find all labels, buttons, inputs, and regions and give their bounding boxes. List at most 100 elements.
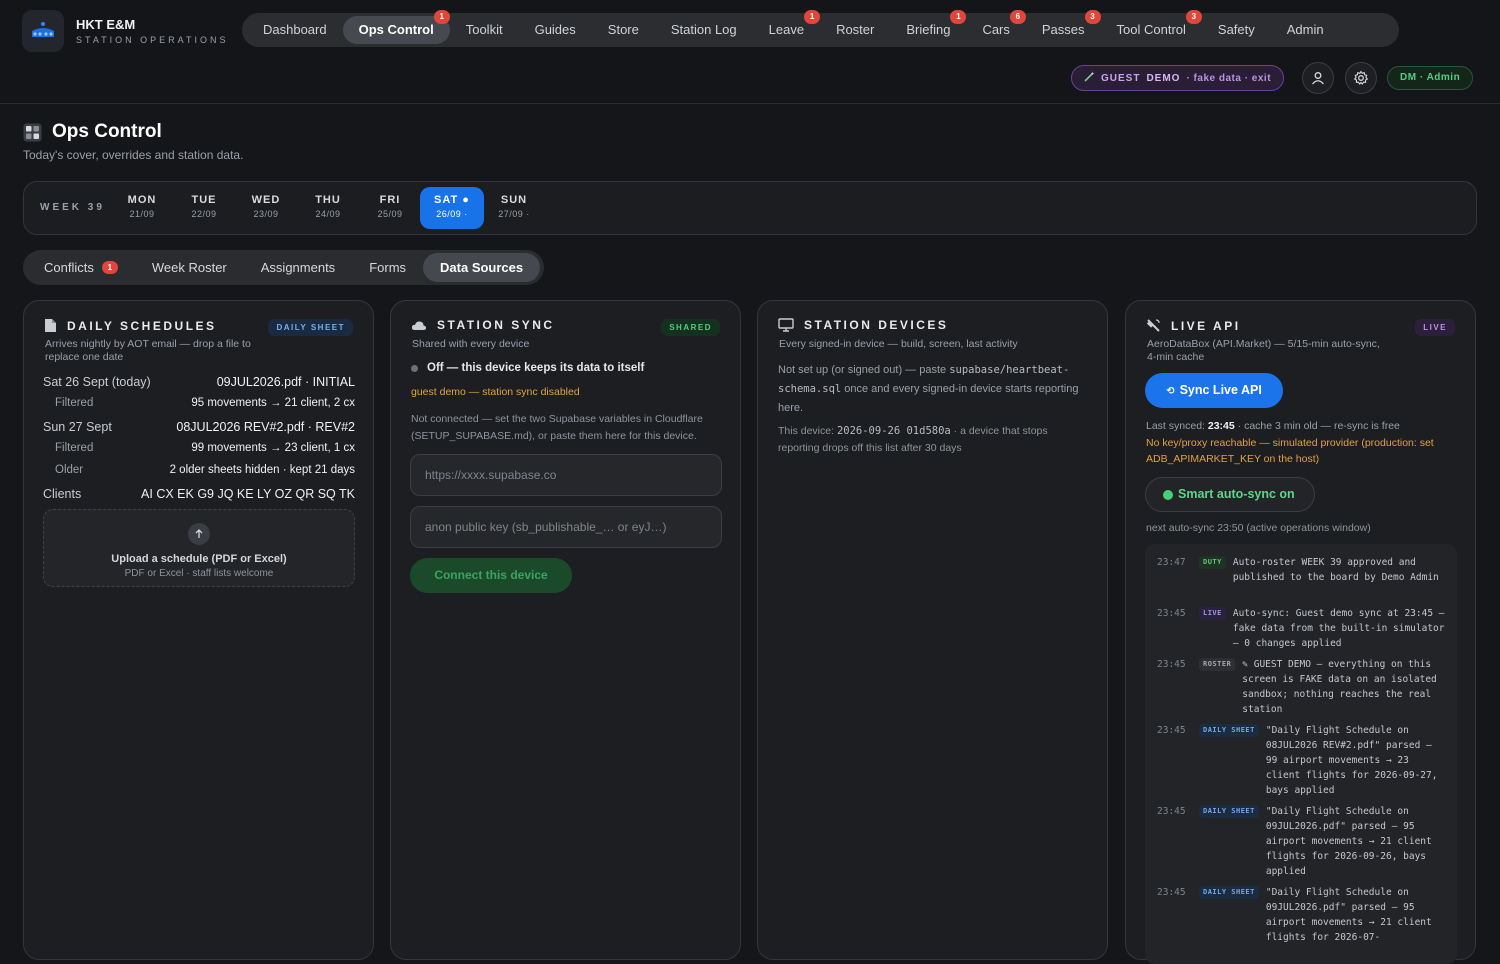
- nav-item-guides[interactable]: Guides: [519, 16, 592, 44]
- tab-label: Forms: [369, 260, 407, 275]
- nav-item-safety[interactable]: Safety: [1202, 16, 1271, 44]
- nav-item-roster[interactable]: Roster: [820, 16, 890, 44]
- day-sun[interactable]: SUN 27/09 ·: [482, 187, 546, 229]
- day-date: 23/09: [253, 209, 279, 219]
- schedule-row: Filtered 95 movements → 21 client, 2 cx: [43, 397, 355, 409]
- nav-item-cars[interactable]: Cars 6: [966, 10, 1026, 44]
- nav-label: Ops Control: [358, 22, 434, 37]
- day-thu[interactable]: THU 24/09: [296, 187, 360, 229]
- tab-label: Conflicts: [44, 260, 94, 275]
- log-time: 23:45: [1157, 608, 1186, 619]
- nav-item-briefing[interactable]: Briefing 1: [890, 10, 967, 44]
- tab-data-sources[interactable]: Data Sources: [423, 253, 541, 282]
- nav-badge: 1: [433, 10, 450, 24]
- profile-button[interactable]: [1302, 62, 1334, 94]
- next-auto-sync: next auto-sync 23:50 (active operations …: [1146, 522, 1371, 534]
- log-time: 23:45: [1157, 659, 1186, 670]
- row-label: Older: [55, 464, 84, 476]
- refresh-icon: ⟲: [1166, 386, 1175, 397]
- settings-button[interactable]: [1345, 62, 1377, 94]
- day-sat[interactable]: SAT ● 26/09 ·: [420, 187, 484, 229]
- tab-conflicts[interactable]: Conflicts 1: [27, 253, 135, 282]
- row-label: Sun 27 Sept: [43, 420, 112, 434]
- log-entry: 23:47 DUTY Auto-roster WEEK 39 approved an…: [1157, 555, 1448, 585]
- upload-dropzone[interactable]: Upload a schedule (PDF or Excel) PDF or …: [43, 509, 355, 587]
- log-time: 23:45: [1157, 887, 1186, 898]
- upload-icon: [188, 523, 210, 545]
- nav-badge: 3: [1084, 10, 1101, 24]
- nav-label: Dashboard: [263, 22, 327, 37]
- nav-item-station-log[interactable]: Station Log: [655, 16, 753, 44]
- nav-item-toolkit[interactable]: Toolkit: [450, 16, 519, 44]
- guest-label: GUEST: [1101, 72, 1141, 84]
- smart-auto-sync-toggle[interactable]: Smart auto-sync on: [1145, 477, 1315, 512]
- log-tag: LIVE: [1199, 607, 1226, 620]
- nav-badge: 1: [950, 10, 967, 24]
- day-fri[interactable]: FRI 25/09: [358, 187, 422, 229]
- nav-item-tool-control[interactable]: Tool Control 3: [1101, 10, 1202, 44]
- supabase-url-input[interactable]: https://xxxx.supabase.co: [410, 454, 722, 496]
- row-value: 95 movements → 21 client, 2 cx: [191, 397, 355, 409]
- not-connected-note: Not connected — set the two Supabase var…: [411, 413, 703, 442]
- nav-label: Tool Control: [1116, 22, 1186, 37]
- tab-label: Assignments: [260, 260, 336, 275]
- log-text: "Daily Flight Schedule on 09JUL2026.pdf"…: [1265, 806, 1432, 877]
- sub-tabs: Conflicts 1 Week Roster Assignments Forms Dat…: [23, 250, 545, 285]
- tab-assignments[interactable]: Assignments: [244, 253, 352, 282]
- nav-item-admin[interactable]: Admin: [1271, 16, 1340, 44]
- log-tag: DUTY: [1199, 556, 1226, 569]
- connect-device-button[interactable]: Connect this device: [410, 558, 572, 593]
- anon-key-input[interactable]: anon public key (sb_publishable_… or eyJ…: [410, 506, 722, 548]
- day-name: FRI: [379, 194, 401, 206]
- tab-label: Data Sources: [440, 260, 524, 275]
- nav-item-leave[interactable]: Leave 1: [753, 10, 821, 44]
- brand[interactable]: HKT E&M STATION OPERATIONS: [22, 10, 229, 52]
- log-tag: DAILY SHEET: [1199, 886, 1259, 899]
- activity-log: 23:47 DUTY Auto-roster WEEK 39 approved an…: [1145, 544, 1457, 964]
- guest-demo-note: guest demo — station sync disabled: [411, 386, 580, 398]
- nav-label: Guides: [534, 22, 576, 37]
- sync-status: Off — this device keeps its data to itse…: [411, 362, 644, 374]
- card-description: Shared with every device: [412, 338, 530, 350]
- day-tue[interactable]: TUE 22/09: [172, 187, 236, 229]
- nav-label: Leave: [768, 22, 805, 37]
- log-tag: DAILY SHEET: [1199, 805, 1259, 818]
- user-icon: [1312, 72, 1324, 85]
- row-value: 2 older sheets hidden · kept 21 days: [169, 464, 355, 476]
- wand-icon: [1084, 71, 1095, 85]
- nav-item-store[interactable]: Store: [592, 16, 655, 44]
- row-label: Filtered: [55, 442, 94, 454]
- status-dot: [411, 364, 418, 372]
- guest-demo-pill[interactable]: GUEST DEMO · fake data · exit: [1071, 65, 1285, 91]
- nav-badge: 6: [1009, 10, 1026, 24]
- log-time: 23:47: [1157, 557, 1186, 568]
- status-dot: [1163, 489, 1173, 500]
- tab-forms[interactable]: Forms: [352, 253, 423, 282]
- sync-live-api-button[interactable]: ⟲ Sync Live API: [1145, 373, 1283, 408]
- ops-icon: [23, 123, 42, 141]
- day-date: 26/09 ·: [436, 209, 468, 219]
- nav-item-dashboard[interactable]: Dashboard: [247, 16, 343, 44]
- schedule-row: Filtered 99 movements → 23 client, 1 cx: [43, 442, 355, 454]
- nav-item-ops-control[interactable]: Ops Control 1: [342, 10, 450, 44]
- page-heading: Ops Control: [52, 121, 162, 142]
- live-tag: LIVE: [1415, 319, 1455, 336]
- day-name: MON: [127, 194, 157, 206]
- card-title: STATION DEVICES: [804, 318, 949, 332]
- day-mon[interactable]: MON 21/09: [110, 187, 174, 229]
- fake-data-exit-link[interactable]: · fake data · exit: [1186, 73, 1271, 84]
- page-title: Ops Control: [23, 121, 162, 143]
- nav-item-passes[interactable]: Passes 3: [1026, 10, 1101, 44]
- tab-week-roster[interactable]: Week Roster: [135, 253, 244, 282]
- log-text: Auto-roster WEEK 39 approved and publish…: [1232, 557, 1439, 583]
- day-name: WED: [251, 194, 281, 206]
- nav-label: Station Log: [670, 22, 737, 37]
- brand-subtitle: STATION OPERATIONS: [76, 35, 229, 45]
- provider-warning: No key/proxy reachable — simulated provi…: [1146, 437, 1434, 465]
- log-entry: 23:45 ROSTER ✎ GUEST DEMO — everything on …: [1157, 657, 1447, 717]
- row-label: Clients: [43, 487, 82, 501]
- tab-label: Week Roster: [151, 260, 227, 275]
- user-role-badge[interactable]: DM · Admin: [1387, 66, 1474, 90]
- day-wed[interactable]: WED 23/09: [234, 187, 298, 229]
- schedule-row: Sun 27 Sept 08JUL2026 REV#2.pdf · REV#2: [43, 420, 355, 434]
